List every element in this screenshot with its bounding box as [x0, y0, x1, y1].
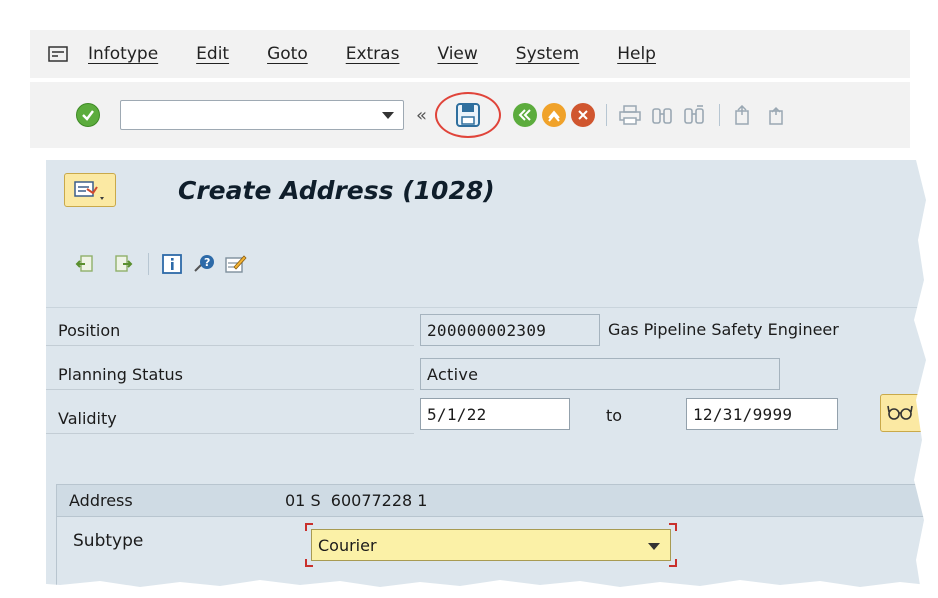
application-toolbar: ?: [46, 220, 926, 308]
info-icon[interactable]: [159, 251, 185, 277]
address-label: Address: [69, 491, 133, 510]
command-field[interactable]: [120, 100, 404, 130]
cancel-icon[interactable]: [571, 103, 596, 127]
required-marker: [305, 559, 313, 567]
transaction-menu-icon[interactable]: [64, 173, 116, 207]
toolbar-separator: [719, 104, 721, 126]
svg-text:?: ?: [204, 256, 210, 269]
find-next-icon[interactable]: [681, 102, 707, 128]
screenshot-canvas: Infotype Edit Goto Extras View System He…: [0, 0, 938, 598]
validity-label: Validity: [46, 404, 414, 434]
help-icon[interactable]: ?: [191, 251, 217, 277]
save-icon[interactable]: [455, 102, 481, 128]
position-id-field: 200000002309: [420, 314, 600, 346]
address-group-header: Address 01 S 60077228 1: [57, 485, 925, 517]
first-page-icon[interactable]: [730, 102, 756, 128]
required-marker: [305, 523, 313, 531]
save-highlight: [435, 92, 502, 138]
exit-icon[interactable]: [542, 103, 567, 127]
screen-title-bar: Create Address (1028): [46, 160, 926, 220]
validity-from-field[interactable]: 5/1/22: [420, 398, 570, 430]
position-label: Position: [46, 316, 414, 346]
system-toolbar: «: [30, 82, 910, 148]
previous-record-icon[interactable]: [72, 251, 98, 277]
subtype-value: Courier: [318, 535, 377, 555]
menu-toggle-icon[interactable]: [48, 46, 68, 62]
previous-page-icon[interactable]: [762, 102, 788, 128]
chevron-down-icon[interactable]: [648, 543, 660, 550]
menu-system[interactable]: System: [516, 44, 579, 64]
required-marker: [669, 523, 677, 531]
menu-edit[interactable]: Edit: [196, 44, 229, 64]
required-marker: [669, 559, 677, 567]
torn-edge-right: [914, 0, 938, 598]
chevron-down-icon[interactable]: [382, 112, 394, 119]
torn-edge-top: [0, 0, 938, 14]
page-title: Create Address (1028): [178, 175, 495, 205]
menu-help[interactable]: Help: [617, 44, 656, 64]
print-icon[interactable]: [617, 102, 643, 128]
subtype-select[interactable]: Courier: [311, 529, 671, 561]
toolbar-separator: [148, 252, 149, 275]
planning-status-label: Planning Status: [46, 360, 414, 390]
next-record-icon[interactable]: [110, 251, 136, 277]
back-icon[interactable]: [513, 103, 538, 127]
position-name: Gas Pipeline Safety Engineer: [608, 320, 839, 339]
menu-goto[interactable]: Goto: [267, 44, 308, 64]
change-icon[interactable]: [223, 251, 249, 277]
toolbar-separator: [606, 104, 608, 126]
menu-extras[interactable]: Extras: [346, 44, 400, 64]
validity-to-field[interactable]: 12/31/9999: [686, 398, 838, 430]
subtype-label: Subtype: [73, 531, 144, 551]
torn-edge-bottom: [0, 580, 938, 598]
ok-icon[interactable]: [76, 103, 100, 127]
collapse-command-icon[interactable]: «: [416, 105, 427, 126]
menu-view[interactable]: View: [437, 44, 477, 64]
planning-status-field: Active: [420, 358, 780, 390]
menu-infotype[interactable]: Infotype: [88, 44, 158, 64]
validity-to-label: to: [606, 406, 623, 425]
menu-bar: Infotype Edit Goto Extras View System He…: [30, 30, 910, 78]
find-icon[interactable]: [649, 102, 675, 128]
address-key: 01 S 60077228 1: [285, 491, 428, 510]
infotype-form: Position 200000002309 Gas Pipeline Safet…: [46, 308, 926, 598]
